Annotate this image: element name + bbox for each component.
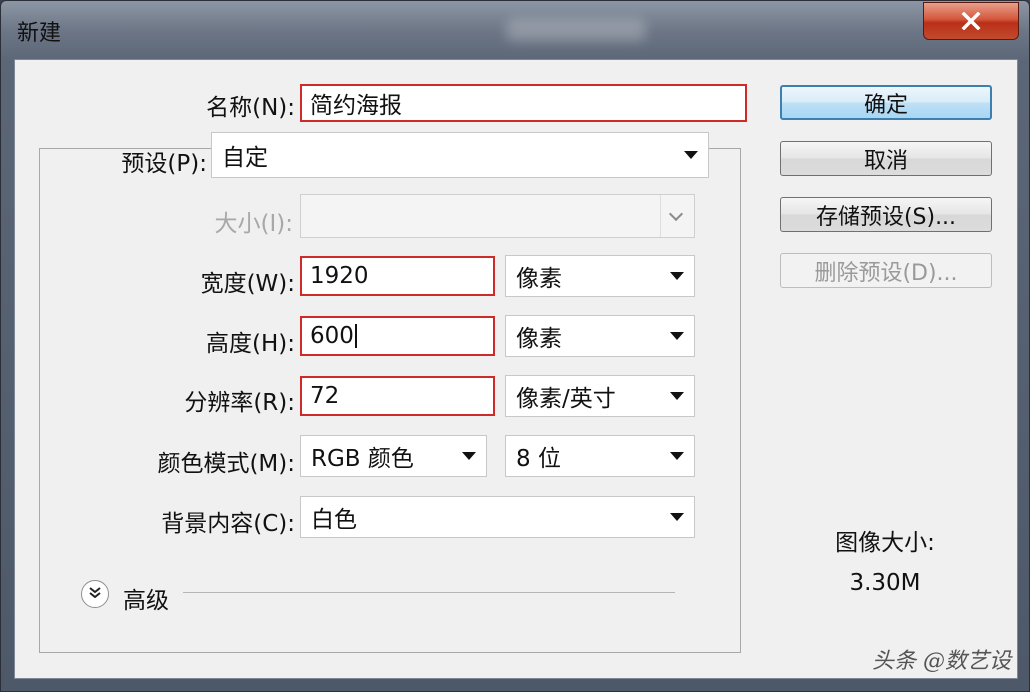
preset-label: 预设(P): [121, 151, 207, 177]
height-input-value: 600 [310, 323, 354, 349]
close-button[interactable] [923, 2, 1019, 40]
height-input[interactable]: 600 [300, 316, 495, 356]
name-label: 名称(N): [206, 95, 295, 121]
preset-select-value: 自定 [222, 145, 268, 171]
size-select [300, 194, 695, 238]
resolution-unit-select[interactable]: 像素/英寸 [505, 375, 695, 417]
height-unit-value: 像素 [516, 326, 562, 352]
chevron-down-icon [670, 452, 684, 460]
text-caret [354, 324, 357, 348]
background-value: 白色 [311, 507, 357, 533]
background-select[interactable]: 白色 [300, 496, 695, 538]
height-unit-select[interactable]: 像素 [505, 315, 695, 357]
bit-depth-value: 8 位 [516, 446, 561, 472]
bit-depth-select[interactable]: 8 位 [505, 435, 695, 477]
height-label: 高度(H): [206, 331, 295, 357]
double-chevron-down-icon [88, 585, 102, 604]
cancel-button[interactable]: 取消 [780, 141, 992, 176]
image-size-value: 3.30M [849, 570, 921, 596]
preset-select[interactable]: 自定 [211, 132, 709, 178]
width-unit-select[interactable]: 像素 [505, 255, 695, 297]
chevron-down-icon [670, 272, 684, 280]
width-input[interactable]: 1920 [300, 256, 495, 296]
chevron-down-icon [462, 452, 476, 460]
advanced-expand-button[interactable] [81, 580, 109, 608]
resolution-label: 分辨率(R): [184, 390, 295, 416]
chevron-down-icon [684, 151, 698, 159]
image-size-label: 图像大小: [835, 530, 935, 556]
chevron-down-icon [670, 392, 684, 400]
resolution-input[interactable]: 72 [300, 376, 495, 416]
title-bar-blur [506, 19, 646, 41]
resolution-unit-value: 像素/英寸 [516, 386, 616, 412]
close-icon [960, 12, 982, 30]
chevron-down-icon [670, 332, 684, 340]
title-bar[interactable]: 新建 [1, 1, 1029, 57]
chevron-down-icon [670, 513, 684, 521]
advanced-label: 高级 [123, 588, 169, 614]
dialog-title: 新建 [17, 21, 62, 46]
ok-button[interactable]: 确定 [780, 85, 992, 120]
color-mode-select[interactable]: RGB 颜色 [300, 435, 487, 477]
delete-preset-button: 删除预设(D)... [780, 253, 992, 288]
dialog-body: 名称(N): 简约海报 预设(P): 自定 大小(I): 宽度(W): 1920… [14, 59, 1018, 679]
new-document-dialog: 新建 名称(N): 简约海报 预设(P): 自定 大小(I): 宽度(W): 1… [0, 0, 1030, 692]
width-unit-value: 像素 [516, 266, 562, 292]
width-label: 宽度(W): [200, 271, 295, 297]
color-mode-label: 颜色模式(M): [157, 451, 295, 477]
advanced-divider [183, 592, 675, 593]
background-label: 背景内容(C): [161, 511, 295, 537]
color-mode-value: RGB 颜色 [311, 446, 414, 472]
name-input[interactable]: 简约海报 [300, 84, 747, 122]
size-label: 大小(I): [214, 211, 293, 237]
save-preset-button[interactable]: 存储预设(S)... [780, 197, 992, 232]
watermark: 头条 @数艺设 [872, 649, 1011, 674]
